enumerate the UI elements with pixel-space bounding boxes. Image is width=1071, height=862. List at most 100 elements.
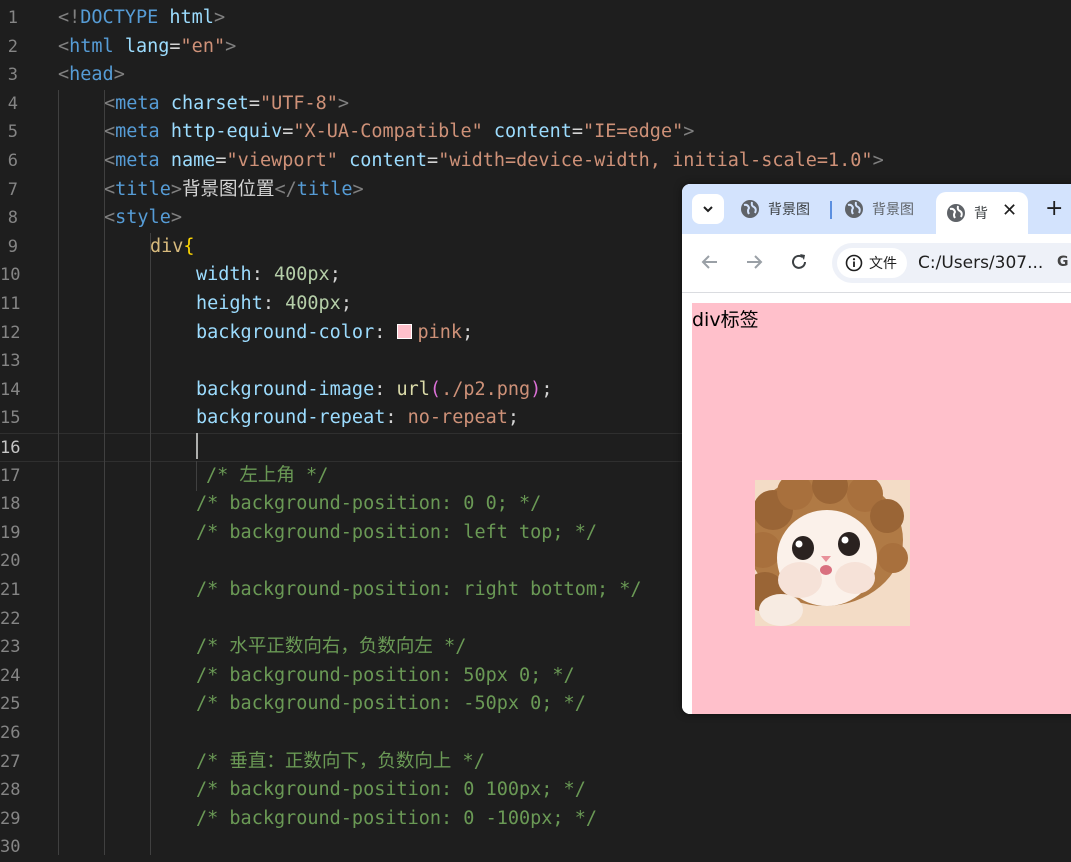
code-text: background-image: url(./p2.png); xyxy=(196,378,553,400)
globe-icon xyxy=(740,199,760,219)
line-number: 30 xyxy=(0,837,21,858)
site-info-chip[interactable]: 文件 xyxy=(837,248,907,278)
globe-icon xyxy=(844,199,864,219)
code-line[interactable]: 30 xyxy=(0,833,1071,862)
code-text: <head> xyxy=(58,64,125,86)
line-number: 15 xyxy=(0,408,21,429)
line-number: 17 xyxy=(0,465,21,486)
code-text: width: 400px; xyxy=(196,264,341,286)
line-number: 14 xyxy=(0,379,21,400)
code-line[interactable]: 3 <head> xyxy=(0,61,1071,90)
code-text: /* background-position: 50px 0; */ xyxy=(196,664,575,686)
code-text: /* background-position: left top; */ xyxy=(196,521,597,543)
globe-icon xyxy=(946,203,966,223)
code-text: /* 左上角 */ xyxy=(206,464,329,486)
code-text: <meta name="viewport" content="width=dev… xyxy=(104,150,884,171)
tab-strip: 背景图 背景图 背 ✕ + xyxy=(682,184,1071,234)
forward-arrow-icon[interactable] xyxy=(744,252,764,272)
line-number: 1 xyxy=(7,8,18,28)
line-number: 24 xyxy=(0,665,21,686)
line-number: 9 xyxy=(7,236,18,257)
reload-icon[interactable] xyxy=(789,252,809,272)
div-label-text: div标签 xyxy=(692,309,759,331)
code-text: div{ xyxy=(150,235,195,257)
tab-label: 背景图 xyxy=(768,202,810,218)
tab-label: 背景图 xyxy=(872,202,914,218)
line-number: 12 xyxy=(0,322,21,343)
code-line[interactable]: 28 /* background-position: 0 100px; */ xyxy=(0,776,1071,805)
color-swatch-icon[interactable] xyxy=(396,323,412,339)
site-chip-label: 文件 xyxy=(869,256,897,272)
code-text: <meta charset="UTF-8"> xyxy=(104,92,350,114)
code-text: <title>背景图位置</title> xyxy=(104,178,364,200)
tab-3-active[interactable]: 背 ✕ xyxy=(936,192,1028,234)
line-number: 23 xyxy=(0,637,21,658)
indent-guide xyxy=(58,90,59,855)
line-number: 11 xyxy=(0,294,21,314)
tab-1[interactable]: 背景图 xyxy=(740,192,822,226)
indent-guide xyxy=(196,461,197,491)
line-number: 22 xyxy=(0,608,21,629)
code-text: height: 400px; xyxy=(196,293,352,314)
tab-separator xyxy=(830,201,832,219)
code-text: /* background-position: -50px 0; */ xyxy=(196,693,586,715)
line-number: 3 xyxy=(7,65,18,86)
kitten-image xyxy=(755,480,910,626)
text-cursor xyxy=(196,433,198,459)
line-number: 29 xyxy=(0,808,21,829)
line-number: 8 xyxy=(7,208,18,229)
code-text: <meta http-equiv="X-UA-Compatible" conte… xyxy=(104,121,695,143)
line-number: 20 xyxy=(0,551,21,572)
line-number: 19 xyxy=(0,522,21,543)
line-number: 18 xyxy=(0,494,21,515)
line-number: 28 xyxy=(0,780,21,801)
address-bar[interactable]: 文件 C:/Users/307... xyxy=(832,243,1071,283)
line-number: 16 xyxy=(0,438,21,458)
code-text: <style> xyxy=(104,207,182,229)
code-line[interactable]: 4 <meta charset="UTF-8"> xyxy=(0,90,1071,119)
back-arrow-icon[interactable] xyxy=(700,252,720,272)
code-text: /* background-position: 0 100px; */ xyxy=(196,779,586,801)
tab-2[interactable]: 背景图 xyxy=(844,192,920,226)
code-text: /* background-position: 0 0; */ xyxy=(196,493,542,515)
code-line[interactable]: 27 /* 垂直：正数向下，负数向上 */ xyxy=(0,748,1071,777)
line-number: 26 xyxy=(0,723,21,743)
pink-div: div标签 xyxy=(692,303,1071,714)
line-number: 27 xyxy=(0,751,21,772)
code-line[interactable]: 29 /* background-position: 0 -100px; */ xyxy=(0,805,1071,834)
code-text: /* 垂直：正数向下，负数向上 */ xyxy=(196,750,485,772)
code-text: <!DOCTYPE html> xyxy=(58,7,226,28)
code-text: <html lang="en"> xyxy=(58,35,237,57)
code-text: /* background-position: 0 -100px; */ xyxy=(196,807,597,829)
line-number: 13 xyxy=(0,351,21,372)
line-number: 25 xyxy=(0,694,21,715)
tab-label: 背 xyxy=(974,206,988,222)
code-text: background-repeat: no-repeat; xyxy=(196,407,520,429)
info-icon xyxy=(845,254,863,272)
line-number: 10 xyxy=(0,265,21,286)
code-text: /* background-position: right bottom; */ xyxy=(196,579,642,600)
line-number: 2 xyxy=(7,36,18,57)
chevron-down-icon xyxy=(703,206,713,213)
new-tab-button[interactable]: + xyxy=(1045,196,1063,221)
translate-icon[interactable]: G xyxy=(1057,254,1069,270)
browser-toolbar: 文件 C:/Users/307... xyxy=(682,234,1071,292)
code-text: /* 水平正数向右，负数向左 */ xyxy=(196,636,467,658)
code-line[interactable]: 6 <meta name="viewport" content="width=de… xyxy=(0,147,1071,176)
line-number: 7 xyxy=(7,179,18,200)
url-text[interactable]: C:/Users/307... xyxy=(918,243,1043,283)
close-tab-icon[interactable]: ✕ xyxy=(1002,200,1017,221)
line-number: 4 xyxy=(7,93,18,114)
code-line[interactable]: 2 <html lang="en"> xyxy=(0,33,1071,62)
code-text: background-color: pink; xyxy=(196,321,474,343)
code-line[interactable]: 5 <meta http-equiv="X-UA-Compatible" cont… xyxy=(0,118,1071,147)
browser-window[interactable]: 背景图 背景图 背 ✕ + 文件 C:/Users/307... G div标签 xyxy=(682,184,1071,714)
indent-guide xyxy=(150,233,151,855)
code-line[interactable]: 26 xyxy=(0,719,1071,748)
line-number: 6 xyxy=(7,151,18,171)
indent-guide xyxy=(104,90,105,855)
line-number: 5 xyxy=(7,122,18,143)
code-line[interactable]: 1 <!DOCTYPE html> xyxy=(0,4,1071,33)
line-number: 21 xyxy=(0,580,21,600)
tab-search-button[interactable] xyxy=(692,194,724,224)
